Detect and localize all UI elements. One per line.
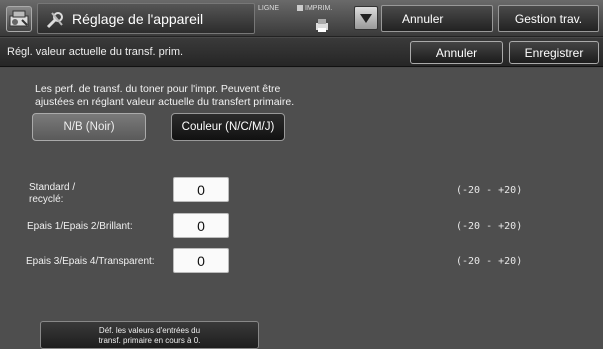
thick34-value-input[interactable]: 0 xyxy=(173,248,229,273)
standard-range: (-20 - +20) xyxy=(456,185,523,196)
print-status-label: IMPRIM. xyxy=(297,5,332,12)
screen-title: Réglage de l'appareil xyxy=(72,11,204,27)
setting-title: Régl. valeur actuelle du transf. prim. xyxy=(7,46,184,58)
row-label-thick12: Epais 1/Epais 2/Brillant: xyxy=(27,221,133,232)
main-panel: Les perf. de transf. du toner pour l'imp… xyxy=(0,68,603,349)
bw-mode-button[interactable]: N/B (Noir) xyxy=(32,113,146,141)
line-status-label: LIGNE xyxy=(258,5,280,12)
thick34-range: (-20 - +20) xyxy=(456,256,523,267)
thick12-range: (-20 - +20) xyxy=(456,221,523,232)
thick12-value-input[interactable]: 0 xyxy=(173,213,229,238)
tools-icon xyxy=(46,12,63,29)
top-bar: Réglage de l'appareil LIGNE IMPRIM. Annu… xyxy=(0,0,603,37)
row-label-thick34: Epais 3/Epais 4/Transparent: xyxy=(26,256,155,267)
screen-title-box: Réglage de l'appareil xyxy=(37,3,255,34)
header-cancel-button[interactable]: Annuler xyxy=(381,5,493,32)
machine-settings-icon[interactable] xyxy=(6,6,32,32)
save-button[interactable]: Enregistrer xyxy=(509,41,599,64)
standard-value-input[interactable]: 0 xyxy=(173,177,229,202)
sub-header-bar: Régl. valeur actuelle du transf. prim. A… xyxy=(0,38,603,67)
status-dropdown-button[interactable] xyxy=(354,6,378,30)
chevron-down-icon xyxy=(360,14,372,23)
job-management-button[interactable]: Gestion trav. xyxy=(498,5,599,32)
cancel-button[interactable]: Annuler xyxy=(410,41,503,64)
printer-icon xyxy=(316,19,328,32)
color-mode-button[interactable]: Couleur (N/C/M/J) xyxy=(171,113,285,141)
row-label-standard: Standard / recyclé: xyxy=(29,182,76,205)
description-text: Les perf. de transf. du toner pour l'imp… xyxy=(35,83,295,108)
reset-to-zero-button[interactable]: Déf. les valeurs d'entrées du transf. pr… xyxy=(40,321,259,349)
